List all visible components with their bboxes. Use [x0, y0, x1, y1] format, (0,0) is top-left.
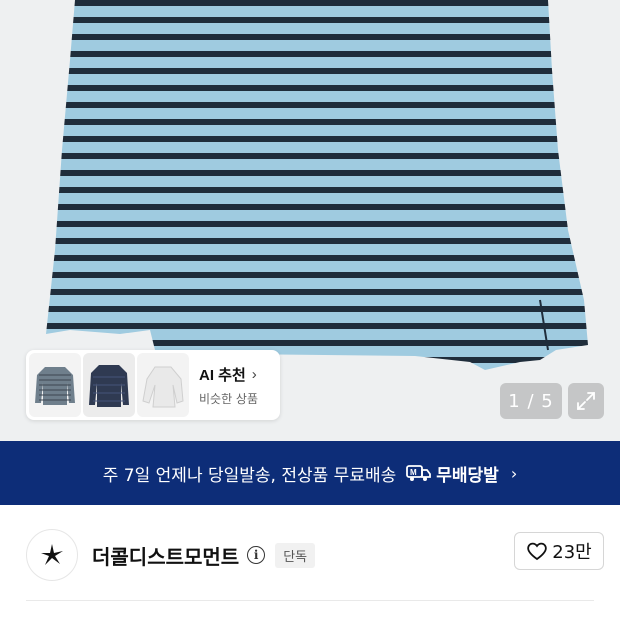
expand-icon — [577, 392, 595, 410]
ai-recommendation-subtitle: 비슷한 상품 — [199, 391, 259, 406]
expand-button[interactable] — [568, 383, 604, 419]
like-button[interactable]: 23만 — [514, 532, 604, 570]
seller-row: 더콜디스트모먼트 i 단독 23만 — [0, 505, 620, 605]
shipping-banner-text: 주 7일 언제나 당일발송, 전상품 무료배송 — [102, 465, 397, 486]
product-image-area[interactable]: AI 추천 › 비슷한 상품 1 / 5 — [0, 0, 620, 441]
chevron-right-icon: › — [510, 463, 518, 483]
similar-item-thumbnail[interactable] — [83, 353, 135, 417]
store-logo-icon — [41, 544, 63, 565]
store-avatar[interactable] — [26, 529, 78, 581]
similar-item-thumbnail[interactable] — [29, 353, 81, 417]
store-name[interactable]: 더콜디스트모먼트 — [92, 541, 239, 570]
chevron-right-icon: › — [251, 365, 257, 383]
like-count: 23만 — [552, 542, 592, 563]
image-pager: 1 / 5 — [500, 383, 562, 419]
info-icon[interactable]: i — [247, 546, 266, 564]
svg-text:M: M — [410, 468, 417, 477]
divider — [26, 600, 594, 601]
exclusive-badge: 단독 — [275, 542, 316, 568]
shipping-banner[interactable]: 주 7일 언제나 당일발송, 전상품 무료배송 M 무배당발 › — [0, 441, 620, 505]
delivery-truck-icon: M — [406, 463, 432, 483]
ai-recommendation-card[interactable]: AI 추천 › 비슷한 상품 — [26, 350, 280, 420]
ai-recommendation-title[interactable]: AI 추천 › — [199, 364, 258, 385]
heart-icon — [526, 541, 548, 561]
ai-recommendation-label: AI 추천 — [199, 366, 246, 384]
free-delivery-label: 무배당발 — [436, 465, 499, 486]
similar-item-thumbnail[interactable] — [137, 353, 189, 417]
